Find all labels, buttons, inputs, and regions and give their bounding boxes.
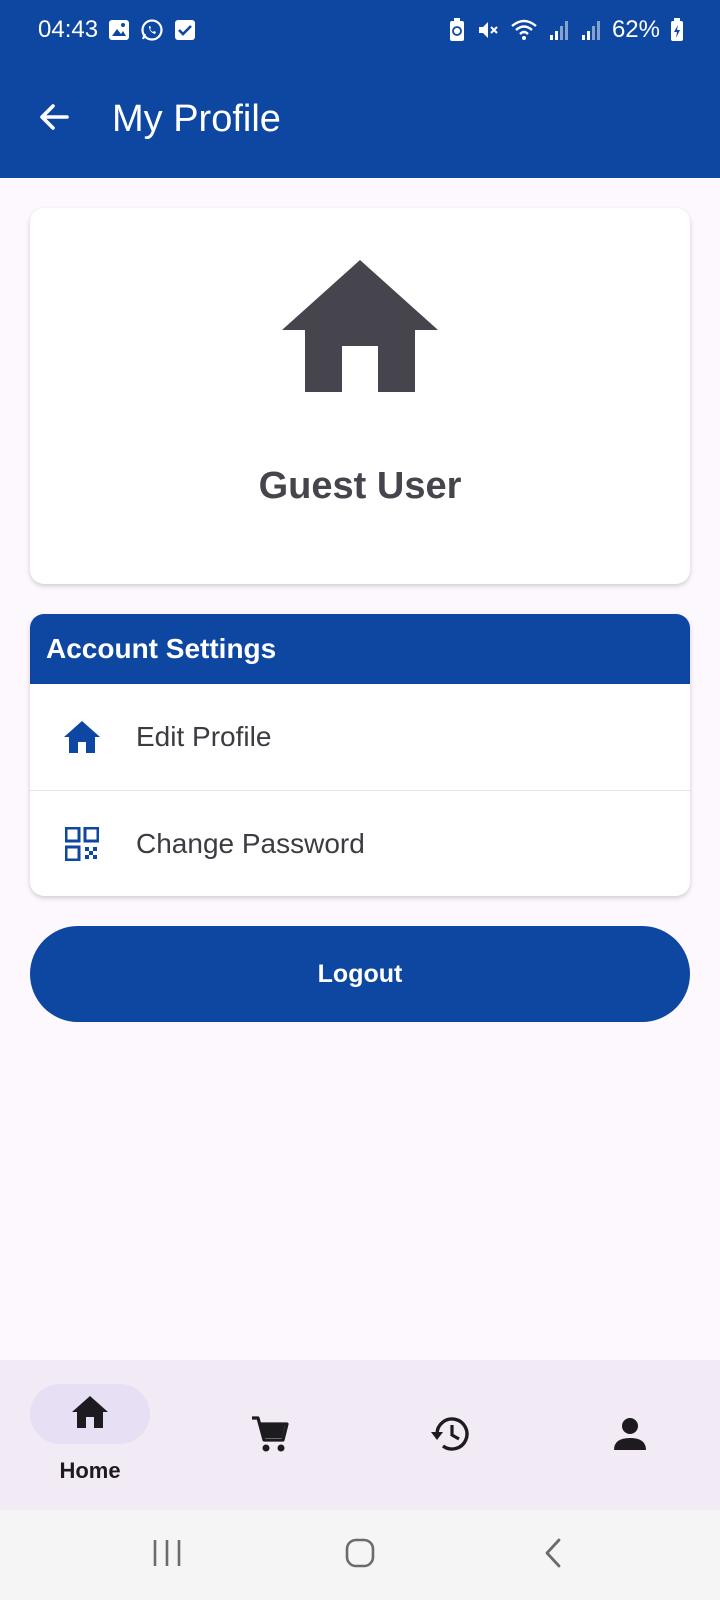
app-bar: My Profile <box>0 60 720 178</box>
edit-profile-item[interactable]: Edit Profile <box>30 684 690 790</box>
home-button[interactable] <box>330 1525 390 1585</box>
status-bar: 04:43 62% <box>0 0 720 60</box>
home-circle-icon <box>344 1537 376 1574</box>
mute-icon <box>476 18 500 42</box>
system-nav-bar <box>0 1510 720 1600</box>
nav-item-home[interactable]: Home <box>0 1360 180 1510</box>
back-button[interactable] <box>24 89 84 149</box>
home-icon <box>72 1395 108 1433</box>
cart-icon <box>250 1414 290 1459</box>
battery-icon <box>670 18 684 42</box>
nav-item-profile[interactable] <box>540 1360 720 1510</box>
status-right: 62% <box>448 16 684 44</box>
qr-code-icon <box>62 824 102 864</box>
page-title: My Profile <box>112 97 281 140</box>
nav-icon-wrap <box>210 1406 330 1466</box>
change-password-label: Change Password <box>136 827 365 859</box>
signal-icon <box>548 19 570 41</box>
account-settings-card: Account Settings Edit Profile Change Pas… <box>30 614 690 896</box>
wifi-icon <box>510 18 538 42</box>
status-left: 04:43 <box>38 16 196 44</box>
battery-percentage: 62% <box>611 16 660 43</box>
nav-indicator <box>30 1384 150 1444</box>
status-time: 04:43 <box>38 16 99 43</box>
whatsapp-icon <box>140 18 164 42</box>
checkbox-icon <box>174 19 196 41</box>
profile-name: Guest User <box>258 465 462 507</box>
change-password-item[interactable]: Change Password <box>30 790 690 896</box>
history-icon <box>429 1414 471 1459</box>
battery-saver-icon <box>448 18 466 42</box>
nav-label-home: Home <box>59 1458 121 1483</box>
person-icon <box>612 1416 648 1457</box>
profile-card: Guest User <box>30 208 690 584</box>
edit-profile-label: Edit Profile <box>136 721 272 752</box>
nav-item-history[interactable] <box>360 1360 540 1510</box>
recent-apps-button[interactable] <box>137 1525 197 1585</box>
account-settings-title: Account Settings <box>30 614 690 684</box>
home-icon <box>282 260 438 397</box>
home-icon <box>62 717 102 757</box>
gallery-icon <box>108 19 130 41</box>
recent-apps-icon <box>151 1538 183 1573</box>
system-back-button[interactable] <box>523 1525 583 1585</box>
bottom-nav: Home <box>0 1360 720 1510</box>
chevron-left-icon <box>541 1537 565 1574</box>
arrow-back-icon <box>37 100 71 139</box>
logout-button[interactable]: Logout <box>30 926 690 1022</box>
nav-icon-wrap <box>570 1406 690 1466</box>
nav-item-cart[interactable] <box>180 1360 360 1510</box>
nav-icon-wrap <box>390 1406 510 1466</box>
signal-icon <box>580 19 602 41</box>
